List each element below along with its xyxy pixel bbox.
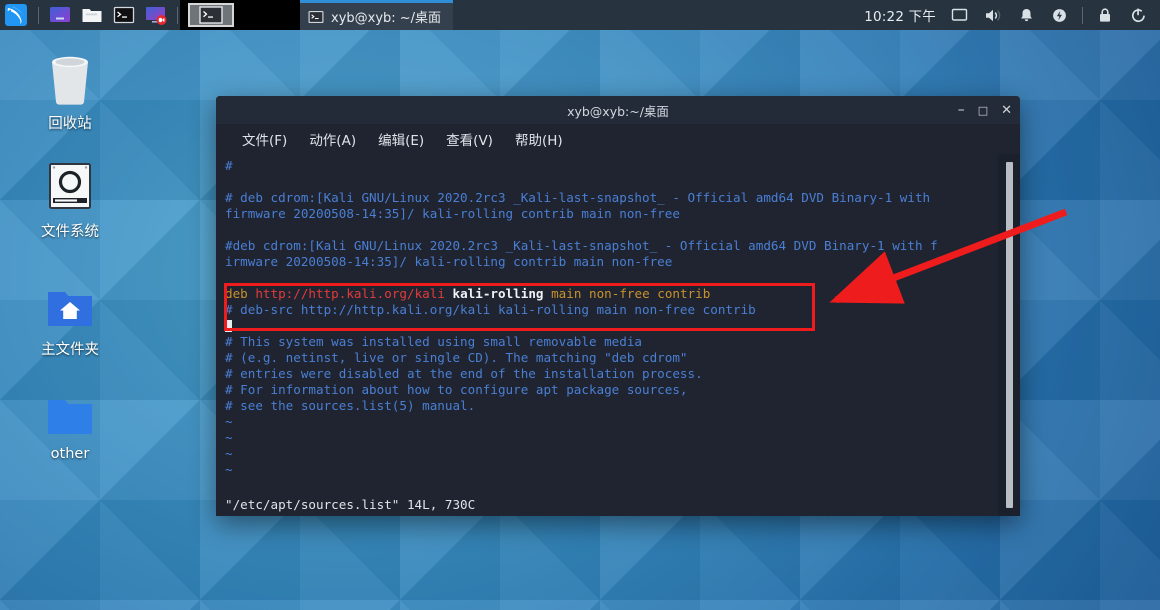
terminal-icon[interactable] <box>108 0 140 30</box>
menu-item-edit[interactable]: 编辑(E) <box>378 129 424 149</box>
text-cursor <box>225 320 232 332</box>
menu-item-help[interactable]: 帮助(H) <box>515 129 563 149</box>
lock-icon[interactable] <box>1090 0 1120 30</box>
logout-icon[interactable] <box>1122 0 1154 30</box>
terminal-menubar: 文件(F) 动作(A) 编辑(E) 查看(V) 帮助(H) <box>216 124 1020 154</box>
vim-line-4: firmware 20200508-14:35]/ kali-rolling c… <box>225 206 680 221</box>
vim-status-line: "/etc/apt/sources.list" 14L, 730C 9,0-1 … <box>216 497 1020 512</box>
desktop-icon-trash[interactable]: 回收站 <box>15 48 125 133</box>
taskbar-button-label: xyb@xyb: ~/桌面 <box>331 11 442 26</box>
window-controls: – □ ✕ <box>958 96 1012 124</box>
deb-src-line: # deb-src http://http.kali.org/kali kali… <box>225 302 756 317</box>
vim-line-3: # deb cdrom:[Kali GNU/Linux 2020.2rc3 _K… <box>225 190 931 205</box>
trash-icon <box>52 56 88 105</box>
display-icon[interactable] <box>944 0 975 30</box>
vim-line-11: # This system was installed using small … <box>225 334 643 349</box>
window-switcher-overlay[interactable] <box>180 0 300 30</box>
top-panel: xyb@xyb: ~/桌面 10:22 下午 <box>0 0 1160 30</box>
home-folder-icon <box>48 292 92 326</box>
file-manager-icon[interactable] <box>76 0 108 30</box>
folder-icon <box>48 400 92 434</box>
maximize-icon[interactable]: □ <box>978 105 988 116</box>
deb-suite: kali-rolling <box>452 286 544 301</box>
terminal-icon <box>308 10 324 23</box>
screen-recorder-icon[interactable] <box>140 0 172 30</box>
menu-item-file[interactable]: 文件(F) <box>242 129 287 149</box>
notification-bell-icon[interactable] <box>1011 0 1042 30</box>
panel-separator-3 <box>1082 6 1083 24</box>
panel-separator-2 <box>177 6 178 24</box>
panel-separator-1 <box>38 6 39 24</box>
system-tray: 10:22 下午 <box>858 0 1154 30</box>
vim-line-7: irmware 20200508-14:35]/ kali-rolling co… <box>225 254 673 269</box>
terminal-screen[interactable]: # # deb cdrom:[Kali GNU/Linux 2020.2rc3 … <box>216 154 998 516</box>
terminal-body[interactable]: # # deb cdrom:[Kali GNU/Linux 2020.2rc3 … <box>216 154 1020 516</box>
taskbar-button-terminal[interactable]: xyb@xyb: ~/桌面 <box>300 0 454 30</box>
vim-status-file: "/etc/apt/sources.list" 14L, 730C <box>225 497 476 512</box>
terminal-window[interactable]: xyb@xyb:~/桌面 – □ ✕ 文件(F) 动作(A) 编辑(E) 查看(… <box>216 96 1020 516</box>
vim-tilde-1: ~ <box>225 414 233 429</box>
vim-line-15: # see the sources.list(5) manual. <box>225 398 476 413</box>
vim-tilde-2: ~ <box>225 430 233 445</box>
menu-item-view[interactable]: 查看(V) <box>446 129 493 149</box>
harddisk-icon <box>49 163 91 209</box>
vim-line-13: # entries were disabled at the end of th… <box>225 366 703 381</box>
vim-line-12: # (e.g. netinst, live or single CD). The… <box>225 350 688 365</box>
clock[interactable]: 10:22 下午 <box>858 5 942 25</box>
deb-components: main non-free contrib <box>551 286 711 301</box>
vim-line-1: # <box>225 158 233 173</box>
desktop-icon-other[interactable]: other <box>15 396 125 462</box>
task-list: xyb@xyb: ~/桌面 <box>300 0 454 30</box>
vim-tilde-3: ~ <box>225 446 233 461</box>
switcher-terminal-icon[interactable] <box>188 3 234 27</box>
terminal-titlebar[interactable]: xyb@xyb:~/桌面 – □ ✕ <box>216 96 1020 124</box>
desktop-icon-home[interactable]: 主文件夹 <box>15 288 125 359</box>
volume-icon[interactable] <box>977 0 1009 30</box>
vim-tilde-4: ~ <box>225 462 233 477</box>
scrollbar-thumb[interactable] <box>1005 162 1013 508</box>
desktop-icon-label: 回收站 <box>48 116 92 132</box>
desktop-icon-filesystem[interactable]: 文件系统 <box>15 158 125 241</box>
web-browser-icon[interactable] <box>44 0 76 30</box>
desktop-icon-label: other <box>50 446 90 462</box>
vim-line-14: # For information about how to configure… <box>225 382 688 397</box>
deb-keyword: deb <box>225 286 248 301</box>
terminal-title: xyb@xyb:~/桌面 <box>567 103 669 119</box>
close-icon[interactable]: ✕ <box>1001 104 1012 117</box>
power-icon[interactable] <box>1044 0 1075 30</box>
desktop-icon-label: 文件系统 <box>41 224 99 240</box>
kali-menu-icon[interactable] <box>0 0 33 30</box>
minimize-icon[interactable]: – <box>958 103 965 117</box>
menu-item-action[interactable]: 动作(A) <box>309 129 356 149</box>
desktop-icon-label: 主文件夹 <box>41 342 99 358</box>
vim-line-6: #deb cdrom:[Kali GNU/Linux 2020.2rc3 _Ka… <box>225 238 938 253</box>
deb-url: http://http.kali.org/kali <box>255 286 445 301</box>
terminal-scrollbar[interactable] <box>998 154 1020 516</box>
